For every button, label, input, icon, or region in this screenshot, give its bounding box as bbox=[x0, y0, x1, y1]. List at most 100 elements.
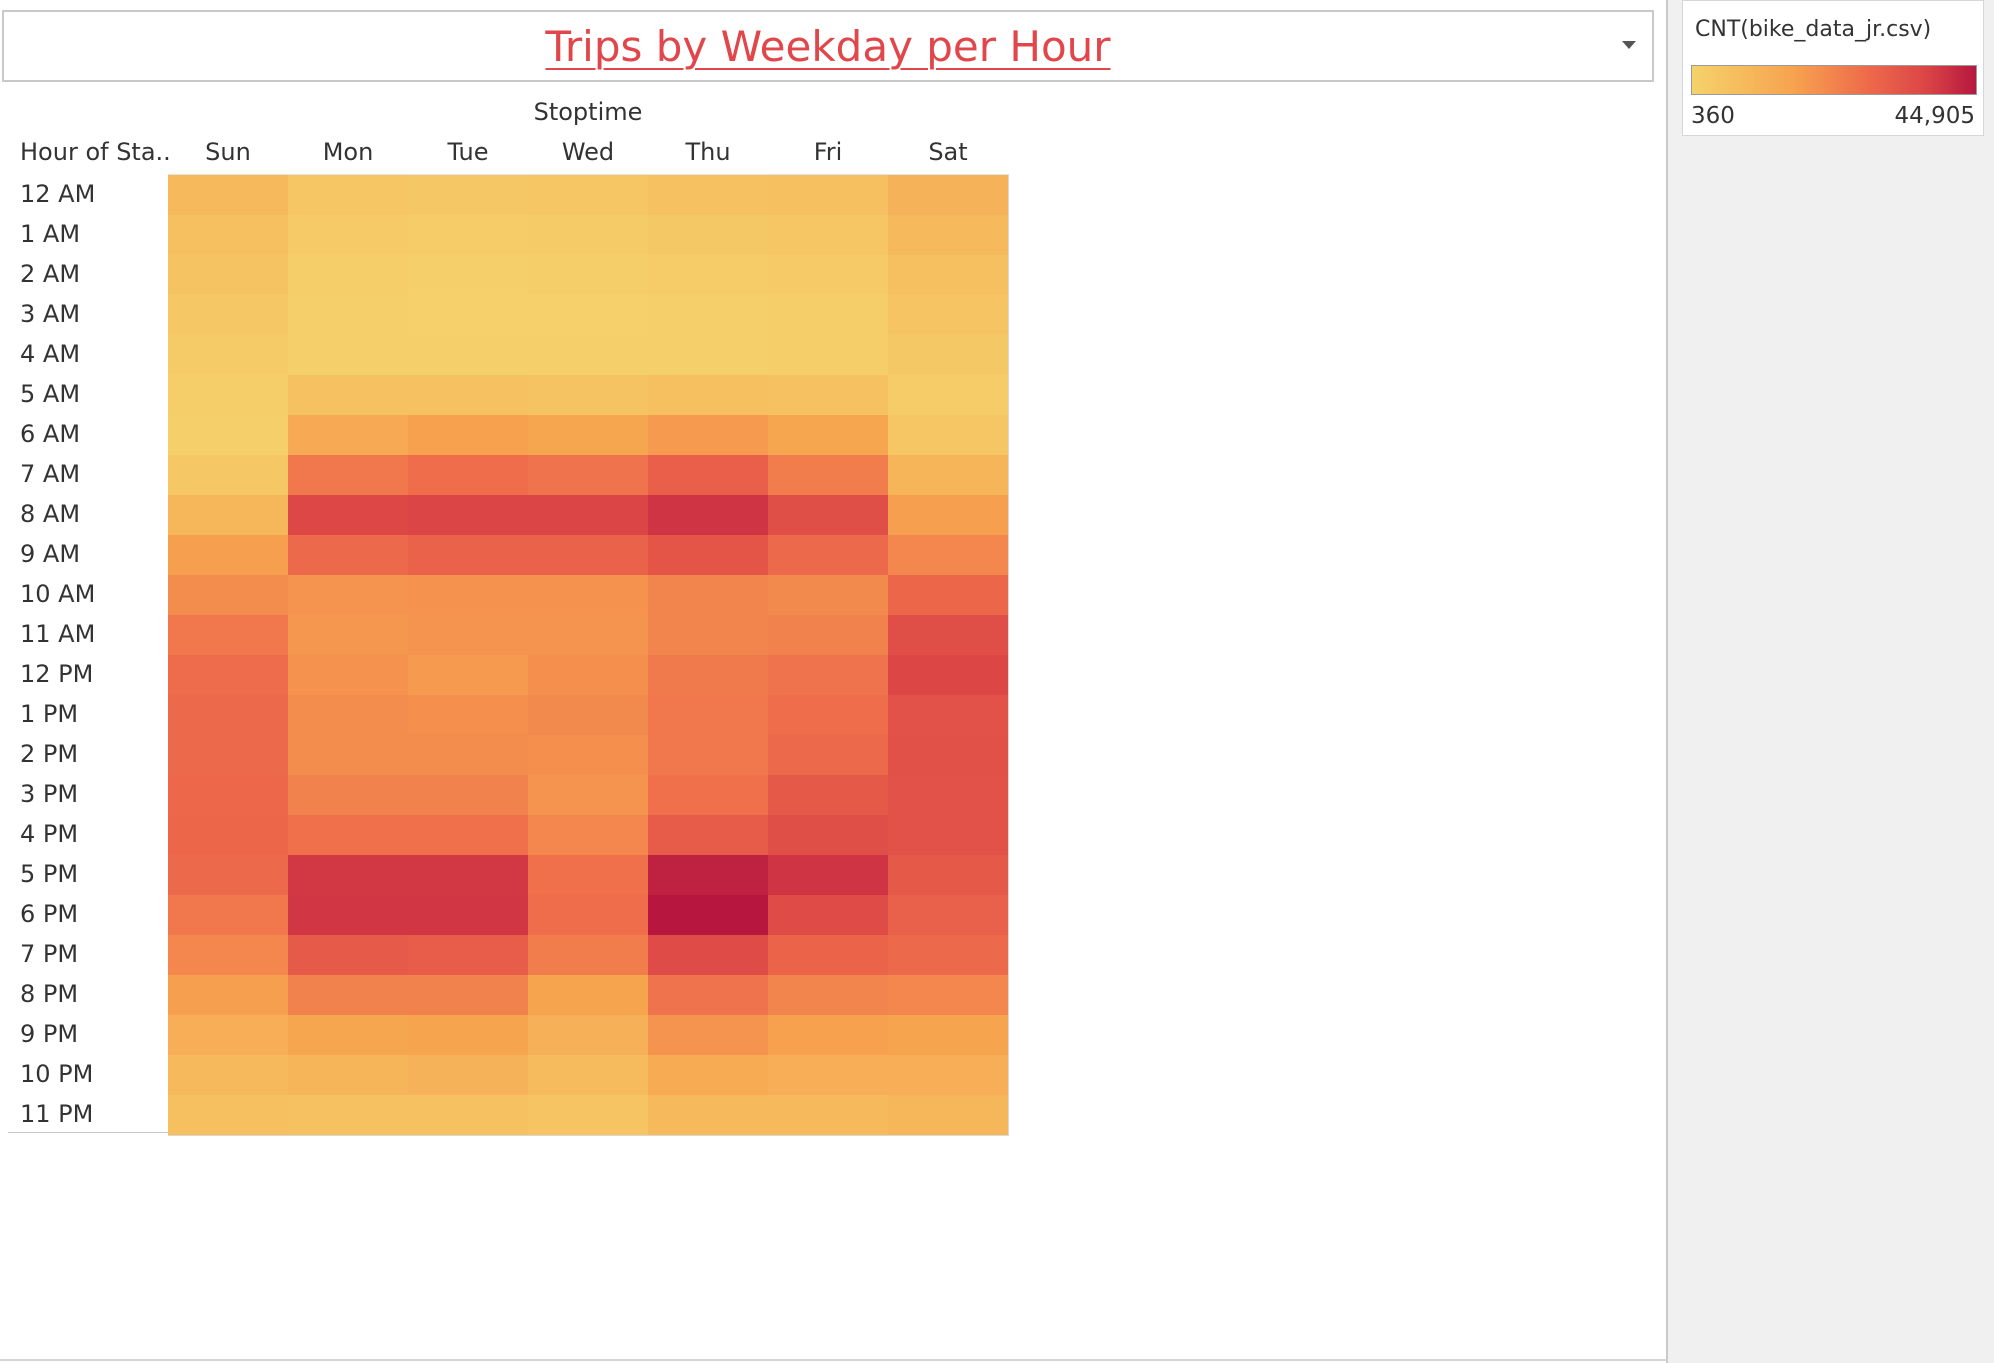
heatmap-cell[interactable] bbox=[768, 335, 888, 375]
heatmap-cell[interactable] bbox=[168, 855, 288, 895]
heatmap-cell[interactable] bbox=[648, 535, 768, 575]
heatmap-cell[interactable] bbox=[888, 335, 1008, 375]
heatmap-cell[interactable] bbox=[768, 495, 888, 535]
heatmap-cell[interactable] bbox=[768, 295, 888, 335]
heatmap-cell[interactable] bbox=[528, 295, 648, 335]
heatmap-cell[interactable] bbox=[648, 815, 768, 855]
heatmap-cell[interactable] bbox=[288, 415, 408, 455]
heatmap-cell[interactable] bbox=[528, 975, 648, 1015]
heatmap-cell[interactable] bbox=[648, 1095, 768, 1135]
heatmap-cell[interactable] bbox=[768, 1055, 888, 1095]
heatmap-cell[interactable] bbox=[408, 775, 528, 815]
heatmap-cell[interactable] bbox=[528, 1055, 648, 1095]
heatmap-cell[interactable] bbox=[408, 1055, 528, 1095]
heatmap-cell[interactable] bbox=[168, 655, 288, 695]
heatmap-cell[interactable] bbox=[288, 655, 408, 695]
heatmap-cell[interactable] bbox=[408, 535, 528, 575]
heatmap-cell[interactable] bbox=[648, 855, 768, 895]
heatmap-cell[interactable] bbox=[408, 695, 528, 735]
heatmap-cell[interactable] bbox=[408, 1015, 528, 1055]
heatmap-cell[interactable] bbox=[528, 895, 648, 935]
heatmap-cell[interactable] bbox=[408, 735, 528, 775]
chart-title[interactable]: Trips by Weekday per Hour bbox=[4, 22, 1652, 71]
heatmap-cell[interactable] bbox=[288, 1015, 408, 1055]
heatmap-cell[interactable] bbox=[168, 1055, 288, 1095]
heatmap-cell[interactable] bbox=[648, 575, 768, 615]
heatmap-cell[interactable] bbox=[528, 455, 648, 495]
heatmap-cell[interactable] bbox=[768, 535, 888, 575]
heatmap-cell[interactable] bbox=[168, 255, 288, 295]
heatmap-cell[interactable] bbox=[768, 1095, 888, 1135]
heatmap-cell[interactable] bbox=[528, 735, 648, 775]
heatmap-cell[interactable] bbox=[528, 1015, 648, 1055]
heatmap-cell[interactable] bbox=[768, 975, 888, 1015]
heatmap-cell[interactable] bbox=[768, 415, 888, 455]
heatmap-cell[interactable] bbox=[168, 455, 288, 495]
heatmap-cell[interactable] bbox=[768, 695, 888, 735]
heatmap-cell[interactable] bbox=[528, 775, 648, 815]
heatmap-cell[interactable] bbox=[288, 695, 408, 735]
heatmap-cell[interactable] bbox=[528, 855, 648, 895]
heatmap-cell[interactable] bbox=[888, 175, 1008, 215]
heatmap-cell[interactable] bbox=[408, 975, 528, 1015]
heatmap-cell[interactable] bbox=[168, 1095, 288, 1135]
heatmap-cell[interactable] bbox=[288, 375, 408, 415]
heatmap-cell[interactable] bbox=[648, 415, 768, 455]
heatmap-cell[interactable] bbox=[408, 415, 528, 455]
heatmap-cell[interactable] bbox=[648, 175, 768, 215]
heatmap-cell[interactable] bbox=[888, 655, 1008, 695]
heatmap-cell[interactable] bbox=[168, 415, 288, 455]
heatmap-cell[interactable] bbox=[768, 455, 888, 495]
heatmap-cell[interactable] bbox=[288, 455, 408, 495]
heatmap-cell[interactable] bbox=[408, 1095, 528, 1135]
heatmap-cell[interactable] bbox=[888, 935, 1008, 975]
heatmap-cell[interactable] bbox=[288, 335, 408, 375]
heatmap-cell[interactable] bbox=[648, 335, 768, 375]
heatmap-cell[interactable] bbox=[888, 575, 1008, 615]
heatmap-cell[interactable] bbox=[768, 935, 888, 975]
heatmap-cell[interactable] bbox=[408, 255, 528, 295]
heatmap-cell[interactable] bbox=[408, 375, 528, 415]
heatmap-cell[interactable] bbox=[168, 615, 288, 655]
heatmap-cell[interactable] bbox=[168, 815, 288, 855]
heatmap-cell[interactable] bbox=[528, 255, 648, 295]
heatmap-cell[interactable] bbox=[768, 175, 888, 215]
heatmap-cell[interactable] bbox=[768, 575, 888, 615]
heatmap-cell[interactable] bbox=[768, 735, 888, 775]
heatmap-cell[interactable] bbox=[648, 935, 768, 975]
heatmap-cell[interactable] bbox=[288, 535, 408, 575]
heatmap-cell[interactable] bbox=[528, 615, 648, 655]
heatmap-cell[interactable] bbox=[648, 1055, 768, 1095]
heatmap-cell[interactable] bbox=[168, 775, 288, 815]
heatmap-cell[interactable] bbox=[528, 175, 648, 215]
heatmap-cell[interactable] bbox=[288, 295, 408, 335]
heatmap-cell[interactable] bbox=[648, 1015, 768, 1055]
heatmap-cell[interactable] bbox=[168, 335, 288, 375]
heatmap-cell[interactable] bbox=[888, 455, 1008, 495]
heatmap-cell[interactable] bbox=[528, 415, 648, 455]
heatmap-cell[interactable] bbox=[408, 815, 528, 855]
heatmap-cell[interactable] bbox=[888, 1015, 1008, 1055]
heatmap-cell[interactable] bbox=[768, 255, 888, 295]
heatmap-cell[interactable] bbox=[648, 495, 768, 535]
heatmap-cell[interactable] bbox=[888, 855, 1008, 895]
heatmap-cell[interactable] bbox=[168, 215, 288, 255]
heatmap-cell[interactable] bbox=[168, 695, 288, 735]
heatmap-cell[interactable] bbox=[408, 215, 528, 255]
heatmap-cell[interactable] bbox=[408, 655, 528, 695]
heatmap-cell[interactable] bbox=[528, 1095, 648, 1135]
heatmap-cell[interactable] bbox=[768, 655, 888, 695]
heatmap-cell[interactable] bbox=[528, 935, 648, 975]
heatmap-cell[interactable] bbox=[768, 215, 888, 255]
heatmap-cell[interactable] bbox=[288, 1055, 408, 1095]
heatmap-cell[interactable] bbox=[408, 855, 528, 895]
heatmap-cell[interactable] bbox=[888, 255, 1008, 295]
heatmap-cell[interactable] bbox=[288, 735, 408, 775]
heatmap-cell[interactable] bbox=[888, 375, 1008, 415]
heatmap-cell[interactable] bbox=[288, 175, 408, 215]
heatmap-cell[interactable] bbox=[888, 1095, 1008, 1135]
heatmap-cell[interactable] bbox=[168, 175, 288, 215]
heatmap-cell[interactable] bbox=[768, 375, 888, 415]
heatmap-cell[interactable] bbox=[168, 735, 288, 775]
heatmap-cell[interactable] bbox=[528, 535, 648, 575]
